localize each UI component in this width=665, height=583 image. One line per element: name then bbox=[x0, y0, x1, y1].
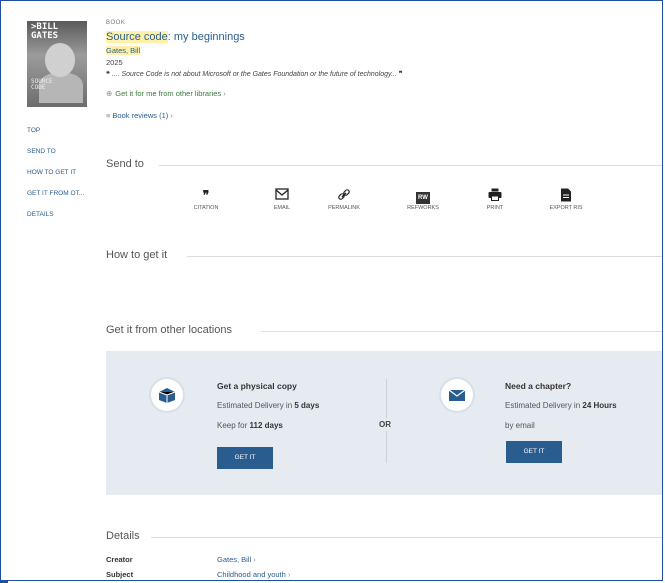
record-type: BOOK bbox=[106, 20, 126, 26]
get-chapter-button[interactable]: GET IT bbox=[506, 441, 562, 463]
list-icon: ≡ bbox=[106, 111, 111, 120]
nav-item-get-it-from-other[interactable]: GET IT FROM OT... bbox=[27, 190, 84, 197]
details-heading: Details bbox=[106, 530, 140, 542]
record-title-highlight: Source code bbox=[106, 31, 168, 43]
details-divider bbox=[151, 537, 662, 538]
permalink-action[interactable]: PERMALINK bbox=[309, 188, 379, 211]
how-to-get-heading: How to get it bbox=[106, 249, 168, 261]
link-icon bbox=[309, 188, 379, 202]
chevron-right-icon: › bbox=[287, 570, 291, 579]
or-label: OR bbox=[379, 418, 391, 431]
detail-label-creator: Creator bbox=[106, 555, 133, 564]
email-action[interactable]: EMAIL bbox=[247, 188, 317, 211]
physical-copy-title: Get a physical copy bbox=[217, 381, 297, 391]
book-cover-image[interactable]: >BILL GATES SOURCE CODE bbox=[27, 21, 87, 107]
other-locations-panel: Get a physical copy Estimated Delivery i… bbox=[106, 351, 662, 495]
cover-subtitle: SOURCE CODE bbox=[31, 78, 53, 91]
detail-value-creator: Gates, Bill bbox=[217, 555, 252, 564]
quote-open-icon: ❝ bbox=[106, 71, 110, 78]
quote-text: .... Source Code is not about Microsoft … bbox=[111, 71, 397, 78]
other-locations-divider bbox=[261, 331, 662, 332]
quote-icon: ❞ bbox=[202, 188, 210, 202]
section-nav: TOP SEND TO HOW TO GET IT GET IT FROM OT… bbox=[27, 127, 84, 232]
cover-title: >BILL GATES bbox=[31, 22, 59, 41]
get-physical-copy-button[interactable]: GET IT bbox=[217, 447, 273, 469]
export-ris-label: EXPORT RIS bbox=[549, 205, 583, 211]
chevron-right-icon: › bbox=[223, 89, 226, 98]
book-reviews-link[interactable]: ≡ Book reviews (1) › bbox=[106, 111, 173, 120]
chapter-by-email: by email bbox=[505, 421, 535, 430]
email-label: EMAIL bbox=[273, 205, 291, 211]
detail-label-subject: Subject bbox=[106, 570, 134, 579]
chevron-right-icon: › bbox=[170, 111, 173, 120]
other-locations-heading: Get it from other locations bbox=[106, 324, 232, 336]
envelope-icon bbox=[441, 379, 473, 411]
print-icon bbox=[460, 188, 530, 202]
nav-item-top[interactable]: TOP bbox=[27, 127, 84, 134]
record-year: 2025 bbox=[106, 58, 123, 67]
record-author: Gates, Bill bbox=[106, 46, 141, 55]
book-reviews-label: Book reviews (1) bbox=[112, 111, 169, 120]
refworks-action[interactable]: RW REFWORKS bbox=[388, 188, 458, 211]
physical-keep-prefix: Keep for bbox=[217, 421, 248, 430]
get-it-other-libraries-link[interactable]: ⊕ Get it for me from other libraries › bbox=[106, 89, 226, 98]
physical-delivery-value: 5 days bbox=[294, 401, 320, 410]
physical-keep-value: 112 days bbox=[249, 421, 283, 430]
record-title-rest: : my beginnings bbox=[167, 31, 245, 43]
detail-value-subject: Childhood and youth bbox=[217, 570, 286, 579]
record-quote: ❝ .... Source Code is not about Microsof… bbox=[106, 70, 403, 78]
chapter-delivery-value: 24 Hours bbox=[582, 401, 617, 410]
physical-keep: Keep for 112 days bbox=[217, 421, 283, 430]
detail-value-creator-link[interactable]: Gates, Bill › bbox=[217, 555, 256, 564]
email-icon bbox=[247, 188, 317, 202]
refworks-label: REFWORKS bbox=[407, 205, 439, 211]
nav-item-how-to-get-it[interactable]: HOW TO GET IT bbox=[27, 169, 84, 176]
chapter-delivery: Estimated Delivery in 24 Hours bbox=[505, 401, 617, 410]
chevron-right-icon: › bbox=[253, 555, 256, 564]
how-to-get-divider bbox=[187, 256, 662, 257]
cover-face bbox=[45, 43, 75, 77]
chapter-delivery-prefix: Estimated Delivery in bbox=[505, 401, 581, 410]
citation-label: CITATION bbox=[193, 205, 219, 211]
print-label: PRINT bbox=[486, 205, 504, 211]
permalink-label: PERMALINK bbox=[328, 205, 360, 211]
record-page: >BILL GATES SOURCE CODE BOOK Source code… bbox=[0, 0, 663, 581]
record-author-link[interactable]: Gates, Bill bbox=[106, 46, 141, 55]
nav-item-send-to[interactable]: SEND TO bbox=[27, 148, 84, 155]
file-icon bbox=[531, 188, 601, 202]
physical-delivery: Estimated Delivery in 5 days bbox=[217, 401, 319, 410]
send-to-divider bbox=[159, 165, 662, 166]
chapter-title: Need a chapter? bbox=[505, 381, 572, 391]
detail-value-subject-link[interactable]: Childhood and youth › bbox=[217, 570, 290, 579]
send-to-heading: Send to bbox=[106, 158, 144, 170]
get-it-label: Get it for me from other libraries bbox=[115, 89, 222, 98]
nav-item-details[interactable]: DETAILS bbox=[27, 211, 84, 218]
record-title[interactable]: Source code: my beginnings bbox=[106, 31, 245, 43]
physical-delivery-prefix: Estimated Delivery in bbox=[217, 401, 293, 410]
print-action[interactable]: PRINT bbox=[460, 188, 530, 211]
globe-icon: ⊕ bbox=[106, 89, 113, 98]
refworks-icon: RW bbox=[388, 188, 458, 204]
export-ris-action[interactable]: EXPORT RIS bbox=[531, 188, 601, 211]
box-icon bbox=[151, 379, 183, 411]
quote-close-icon: ❞ bbox=[398, 71, 403, 78]
citation-action[interactable]: ❞ CITATION bbox=[171, 188, 241, 211]
